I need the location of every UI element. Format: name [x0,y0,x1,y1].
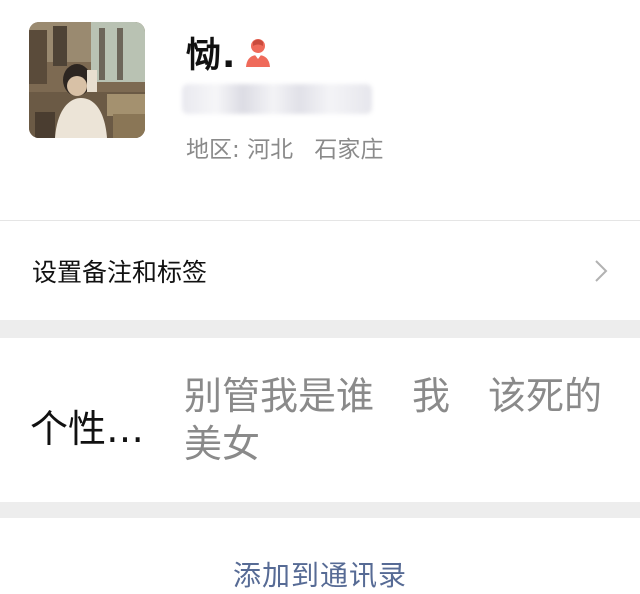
profile-card: 恸. blurred 地区: 河北 石家庄 [0,0,640,220]
avatar[interactable] [29,22,145,138]
section-gap [0,320,640,338]
chevron-right-icon [594,259,608,283]
display-name: 恸. [186,35,237,76]
add-to-contacts-button[interactable]: 添加到通讯录 [233,554,407,594]
signature-text: 别管我是谁 我 该死的美女 [184,374,603,466]
signature-label: 个性… [30,407,145,451]
name-row: 恸. [186,28,272,76]
region-label: 地区: [186,137,240,163]
region: 地区: 河北 石家庄 [186,130,383,164]
account-id-blurred: blurred [182,84,372,114]
section-gap [0,502,640,518]
remark-and-tags-row[interactable]: 设置备注和标签 [0,221,640,320]
female-person-icon [244,37,272,67]
region-city: 石家庄 [314,137,384,163]
region-province: 河北 [247,137,294,163]
add-to-contacts-row: 添加到通讯录 [0,518,640,592]
remark-and-tags-label: 设置备注和标签 [32,257,208,287]
